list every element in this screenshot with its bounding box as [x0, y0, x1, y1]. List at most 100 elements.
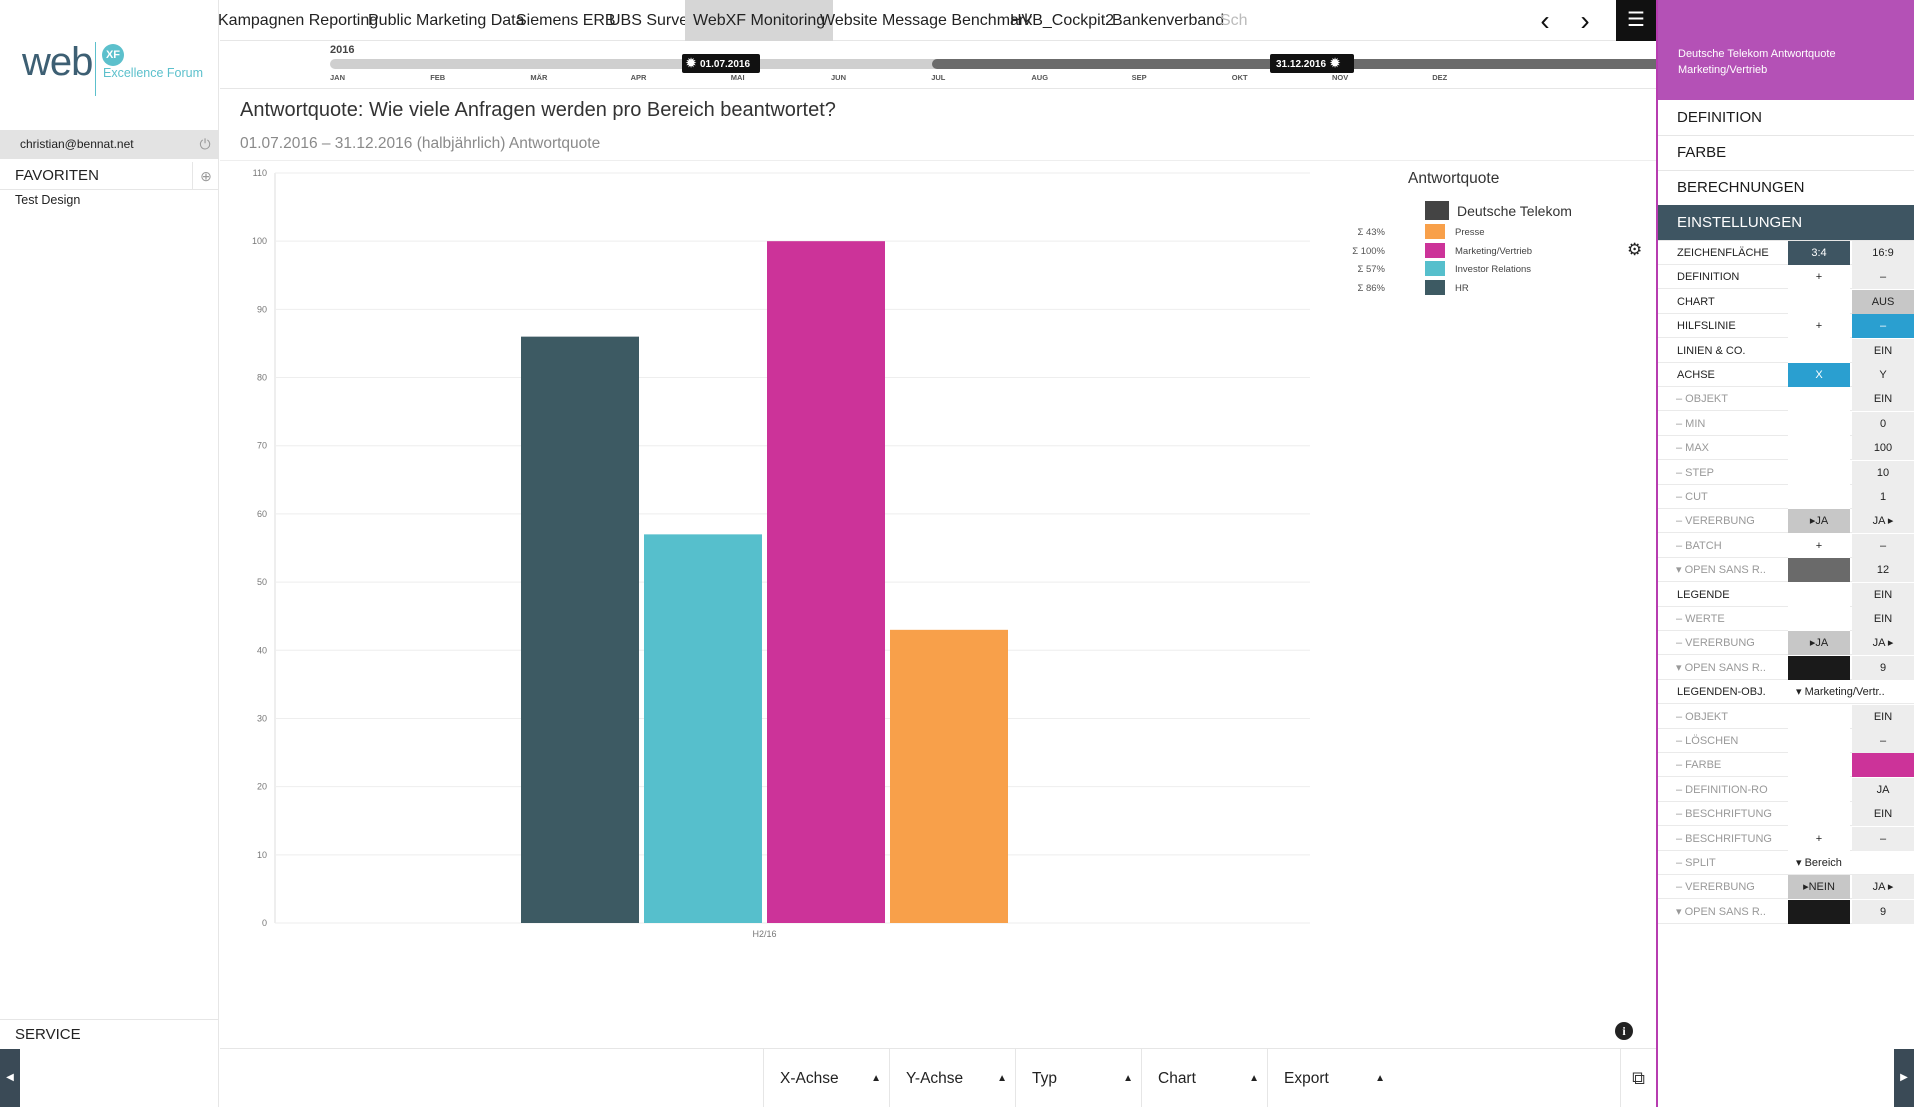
setting-option[interactable]: Y [1852, 363, 1914, 387]
bar-hr[interactable] [521, 336, 639, 923]
bar-presse[interactable] [890, 629, 1008, 923]
setting-option[interactable] [1788, 607, 1850, 631]
setting-option[interactable] [1788, 460, 1850, 485]
setting-option[interactable]: 16:9 [1852, 241, 1914, 265]
timeline-year: 2016 [330, 44, 355, 56]
setting-option[interactable] [1788, 411, 1850, 436]
setting-option[interactable] [1788, 387, 1850, 412]
setting-option[interactable]: – [1852, 314, 1914, 339]
legend-item[interactable]: Σ 43% Presse [1357, 224, 1605, 240]
add-favorite-icon[interactable]: ⊕ [192, 162, 219, 190]
favorites-header[interactable]: FAVORITEN ⊕ [0, 162, 219, 190]
setting-row: ZEICHENFLÄCHE 3:4 16:9 [1658, 241, 1914, 265]
setting-option[interactable]: 3:4 [1788, 241, 1850, 265]
tab-public-marketing-data[interactable]: Public Marketing Data [360, 0, 533, 41]
setting-option[interactable] [1788, 729, 1850, 753]
setting-option[interactable]: EIN [1852, 704, 1914, 729]
setting-option[interactable] [1788, 338, 1850, 363]
setting-option[interactable] [1788, 753, 1850, 778]
setting-option[interactable]: AUS [1852, 289, 1914, 314]
bar-investor-relations[interactable] [644, 534, 762, 923]
setting-option[interactable]: + [1788, 314, 1850, 339]
setting-option[interactable]: JA ▸ [1852, 509, 1914, 534]
collapse-right-icon[interactable]: ▶ [1894, 1049, 1914, 1107]
timeline-end-handle[interactable]: 31.12.2016 ✹ [1270, 54, 1354, 73]
setting-option[interactable]: JA [1852, 777, 1914, 802]
menu-icon[interactable]: ☰ [1616, 0, 1656, 41]
setting-option[interactable]: – [1852, 265, 1914, 290]
setting-option[interactable]: 12 [1852, 558, 1914, 583]
setting-option[interactable]: 9 [1852, 899, 1914, 924]
gear-icon[interactable]: ✹ [682, 54, 700, 73]
setting-option[interactable] [1788, 582, 1850, 607]
setting-option[interactable] [1788, 655, 1850, 680]
setting-option[interactable]: ▸JA [1788, 631, 1850, 656]
setting-dropdown[interactable]: ▾ Marketing/Vertr.. [1788, 680, 1914, 704]
setting-label: – BESCHRIFTUNG [1676, 832, 1772, 845]
bar-chart[interactable]: 0 10 20 30 40 50 60 70 80 90 100 110 H2/16 [220, 163, 1320, 943]
user-account[interactable]: christian@bennat.net ⏻ [0, 130, 219, 159]
panel-section-berechnungen[interactable]: BERECHNUNGEN [1658, 170, 1914, 206]
gear-icon[interactable]: ✹ [1326, 54, 1344, 73]
timeline-slider[interactable]: 2016 ✹ 01.07.2016 31.12.2016 ✹ JAN FEB MÄR AP… [220, 41, 1772, 89]
setting-label: HILFSLINIE [1677, 320, 1736, 333]
setting-option[interactable]: EIN [1852, 607, 1914, 631]
panel-section-farbe[interactable]: FARBE [1658, 135, 1914, 171]
setting-row: ▾ OPEN SANS R.. 9 [1658, 899, 1914, 924]
setting-option[interactable]: JA ▸ [1852, 631, 1914, 656]
legend-item[interactable]: Σ 86% HR [1357, 279, 1605, 296]
setting-option[interactable] [1788, 558, 1850, 583]
setting-option[interactable]: EIN [1852, 338, 1914, 363]
favorite-item[interactable]: Test Design [15, 193, 80, 207]
tab-sch[interactable]: Sch [1212, 0, 1252, 41]
timeline-start-handle[interactable]: ✹ 01.07.2016 [682, 54, 760, 73]
power-icon[interactable]: ⏻ [197, 136, 213, 152]
setting-option[interactable]: JA ▸ [1852, 875, 1914, 900]
toolbar-chart-button[interactable]: Chart ▲ [1141, 1049, 1267, 1107]
setting-option[interactable] [1788, 802, 1850, 827]
setting-option[interactable] [1788, 485, 1850, 509]
setting-option[interactable]: EIN [1852, 387, 1914, 412]
setting-option[interactable]: 0 [1852, 411, 1914, 436]
tab-next-icon[interactable]: › [1565, 0, 1605, 41]
setting-dropdown[interactable]: ▾ Bereich [1788, 851, 1914, 875]
tab-webxf-monitoring[interactable]: WebXF Monitoring [685, 0, 834, 41]
setting-option[interactable]: – [1852, 533, 1914, 558]
setting-option[interactable]: ▸NEIN [1788, 875, 1850, 900]
legend-item[interactable]: Σ 100% Marketing/Vertrieb [1352, 242, 1605, 259]
setting-option[interactable]: + [1788, 826, 1850, 851]
setting-option[interactable]: EIN [1852, 802, 1914, 827]
toolbar-export-button[interactable]: Export ▲ [1267, 1049, 1393, 1107]
setting-option[interactable] [1788, 777, 1850, 802]
service-label[interactable]: SERVICE [0, 1019, 219, 1049]
logo[interactable]: web XF Excellence Forum [22, 40, 212, 100]
toolbar-typ-button[interactable]: Typ ▲ [1015, 1049, 1141, 1107]
setting-option[interactable] [1788, 289, 1850, 314]
bar-marketing-vertrieb[interactable] [767, 241, 885, 923]
collapse-left-icon[interactable]: ◀ [0, 1049, 20, 1107]
panel-section-definition[interactable]: DEFINITION [1658, 100, 1914, 136]
legend-item[interactable]: Σ 57% Investor Relations [1357, 261, 1605, 277]
toolbar-x-achse-button[interactable]: X-Achse ▲ [763, 1049, 889, 1107]
toolbar-y-achse-button[interactable]: Y-Achse ▲ [889, 1049, 1015, 1107]
setting-option[interactable]: 10 [1852, 460, 1914, 485]
setting-option[interactable]: – [1852, 826, 1914, 851]
panel-section-einstellungen[interactable]: EINSTELLUNGEN [1658, 205, 1914, 241]
setting-option[interactable]: – [1852, 729, 1914, 753]
setting-option[interactable] [1788, 436, 1850, 461]
setting-option[interactable]: + [1788, 265, 1850, 290]
export-new-icon[interactable]: ⧉ [1620, 1049, 1656, 1107]
info-icon[interactable]: i [1615, 1022, 1633, 1040]
setting-option[interactable]: ▸JA [1788, 509, 1850, 534]
setting-option[interactable]: 100 [1852, 436, 1914, 461]
setting-option[interactable]: 1 [1852, 485, 1914, 509]
setting-option[interactable]: EIN [1852, 582, 1914, 607]
setting-option[interactable]: 9 [1852, 655, 1914, 680]
setting-option[interactable] [1852, 753, 1914, 778]
setting-option[interactable] [1788, 899, 1850, 924]
setting-option[interactable]: + [1788, 533, 1850, 558]
setting-option[interactable]: X [1788, 363, 1850, 387]
gear-icon[interactable]: ⚙ [1627, 240, 1642, 260]
setting-option[interactable] [1788, 704, 1850, 729]
tab-prev-icon[interactable]: ‹ [1525, 0, 1565, 41]
